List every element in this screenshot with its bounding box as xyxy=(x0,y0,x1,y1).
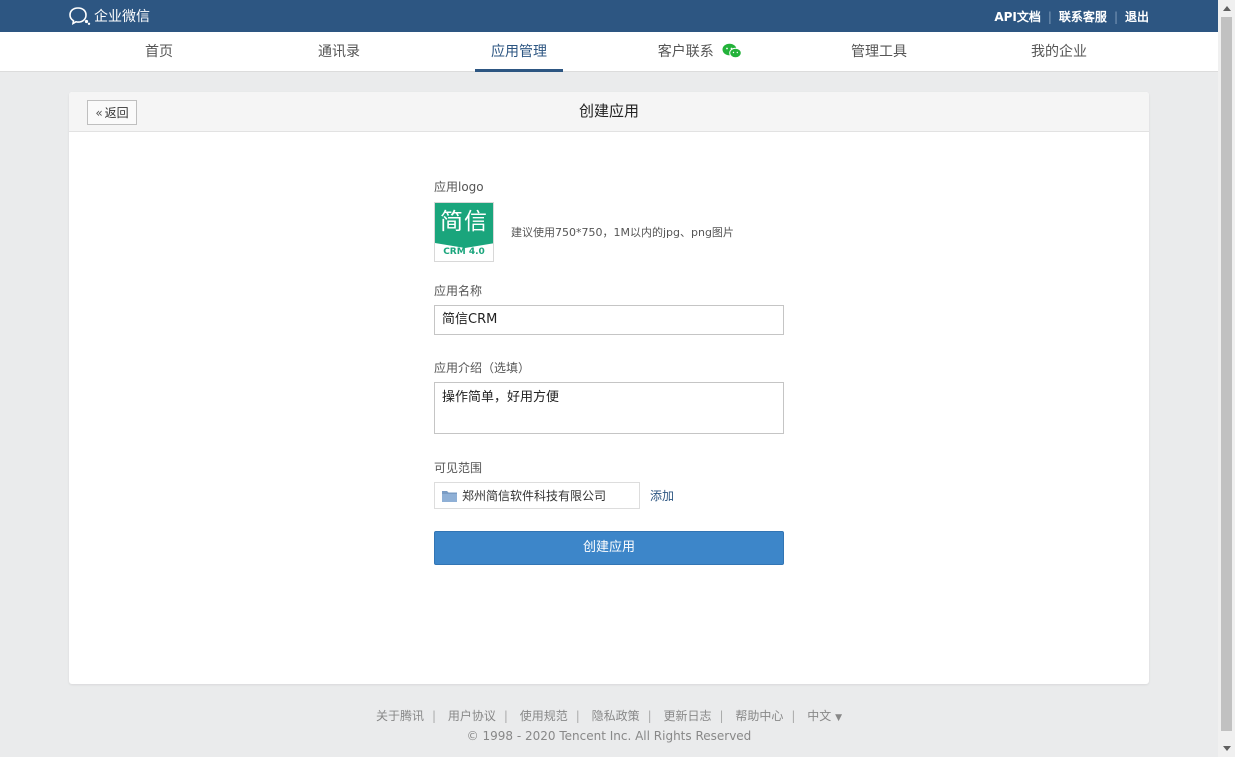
create-app-button[interactable]: 创建应用 xyxy=(434,531,784,565)
separator: | xyxy=(647,709,652,723)
separator: | xyxy=(431,709,436,723)
page-title: 创建应用 xyxy=(578,102,639,120)
nav-admin-tools[interactable]: 管理工具 xyxy=(840,32,918,72)
nav-app-management[interactable]: 应用管理 xyxy=(475,32,563,72)
separator: | xyxy=(503,709,508,723)
footer-help-link[interactable]: 帮助中心 xyxy=(735,709,783,723)
footer-about-link[interactable]: 关于腾讯 xyxy=(376,709,424,723)
contact-support-link[interactable]: 联系客服 xyxy=(1059,8,1107,25)
caret-down-icon: ▼ xyxy=(835,713,843,723)
nav-contacts[interactable]: 通讯录 xyxy=(306,32,372,72)
brand-logo[interactable]: 企业微信 xyxy=(69,6,150,26)
separator: | xyxy=(575,709,580,723)
brand-name: 企业微信 xyxy=(94,9,150,25)
back-button[interactable]: « 返回 xyxy=(87,100,137,125)
scope-row: 郑州简信软件科技有限公司 添加 xyxy=(434,482,784,509)
scope-label: 可见范围 xyxy=(434,461,483,475)
api-docs-link[interactable]: API文档 xyxy=(994,8,1041,25)
scroll-up-icon[interactable] xyxy=(1218,0,1235,17)
app-logo-text-top: 简信 xyxy=(435,203,493,243)
nav-home[interactable]: 首页 xyxy=(130,32,188,72)
logo-hint: 建议使用750*750，1M以内的jpg、png图片 xyxy=(511,226,734,239)
top-links: API文档 | 联系客服 | 退出 xyxy=(994,8,1149,25)
double-chevron-left-icon: « xyxy=(95,105,103,120)
footer-terms-link[interactable]: 用户协议 xyxy=(448,709,496,723)
intro-label: 应用介绍（选填） xyxy=(434,361,531,375)
add-scope-link[interactable]: 添加 xyxy=(650,487,674,504)
top-bar: 企业微信 API文档 | 联系客服 | 退出 xyxy=(0,0,1218,32)
scope-org-name: 郑州简信软件科技有限公司 xyxy=(462,489,607,503)
nav-customer-contact[interactable]: 客户联系 xyxy=(650,32,750,72)
separator: | xyxy=(1113,9,1118,24)
app-logo-upload[interactable]: 简信 CRM 4.0 xyxy=(434,202,494,262)
language-selector[interactable]: 中文 ▼ xyxy=(807,709,842,723)
create-app-form: 应用logo 简信 CRM 4.0 建议使用750*750，1M以内的jpg、p… xyxy=(434,180,784,565)
logout-link[interactable]: 退出 xyxy=(1125,8,1149,25)
separator: | xyxy=(719,709,724,723)
footer-changelog-link[interactable]: 更新日志 xyxy=(664,709,712,723)
app-intro-textarea[interactable]: 操作简单，好用方便 xyxy=(434,382,784,434)
wework-logo-icon xyxy=(69,7,91,26)
back-button-label: 返回 xyxy=(104,106,129,120)
copyright: © 1998 - 2020 Tencent Inc. All Rights Re… xyxy=(466,729,752,743)
language-label: 中文 xyxy=(807,709,832,723)
separator: | xyxy=(791,709,796,723)
separator: | xyxy=(1047,9,1052,24)
scroll-thumb[interactable] xyxy=(1221,17,1232,731)
card-header: 创建应用 « 返回 xyxy=(69,92,1149,132)
create-app-card: 创建应用 « 返回 应用logo 简信 CRM 4.0 建议使用750*750，… xyxy=(69,92,1149,684)
main-nav: 首页 通讯录 应用管理 客户联系 管理工具 我的企业 xyxy=(0,32,1218,72)
name-label: 应用名称 xyxy=(434,284,483,298)
nav-customer-contact-label: 客户联系 xyxy=(657,44,714,60)
nav-my-enterprise[interactable]: 我的企业 xyxy=(1020,32,1098,72)
footer-rules-link[interactable]: 使用规范 xyxy=(520,709,568,723)
wechat-icon xyxy=(722,43,743,58)
scope-tag: 郑州简信软件科技有限公司 xyxy=(434,482,640,509)
app-logo-text-bottom: CRM 4.0 xyxy=(443,247,485,257)
footer-privacy-link[interactable]: 隐私政策 xyxy=(592,709,640,723)
logo-row: 简信 CRM 4.0 建议使用750*750，1M以内的jpg、png图片 xyxy=(434,202,784,262)
vertical-scrollbar[interactable] xyxy=(1218,0,1235,757)
logo-label: 应用logo xyxy=(434,180,484,194)
folder-icon xyxy=(442,490,457,502)
footer-links: 关于腾讯 | 用户协议 | 使用规范 | 隐私政策 | 更新日志 | 帮助中心 | 中文 ▼ xyxy=(0,707,1218,724)
app-name-input[interactable]: 简信CRM xyxy=(434,305,784,335)
scroll-down-icon[interactable] xyxy=(1218,740,1235,757)
